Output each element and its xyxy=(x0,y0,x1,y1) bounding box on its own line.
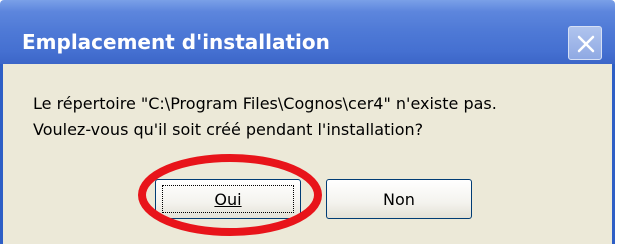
dialog-title: Emplacement d'installation xyxy=(22,30,330,54)
message-line-1: Le répertoire "C:\Program Files\Cognos\c… xyxy=(33,94,497,113)
close-icon xyxy=(577,35,595,53)
message-line-2: Voulez-vous qu'il soit créé pendant l'in… xyxy=(33,120,424,139)
title-bar[interactable]: Emplacement d'installation xyxy=(0,0,615,64)
yes-button[interactable]: Oui xyxy=(155,179,301,219)
yes-button-label: Oui xyxy=(214,189,242,209)
no-button-label: Non xyxy=(383,189,415,209)
no-button[interactable]: Non xyxy=(326,179,472,219)
close-button[interactable] xyxy=(568,26,602,60)
dialog-body: Le répertoire "C:\Program Files\Cognos\c… xyxy=(0,64,615,244)
dialog-window: Emplacement d'installation Le répertoire… xyxy=(0,0,615,244)
